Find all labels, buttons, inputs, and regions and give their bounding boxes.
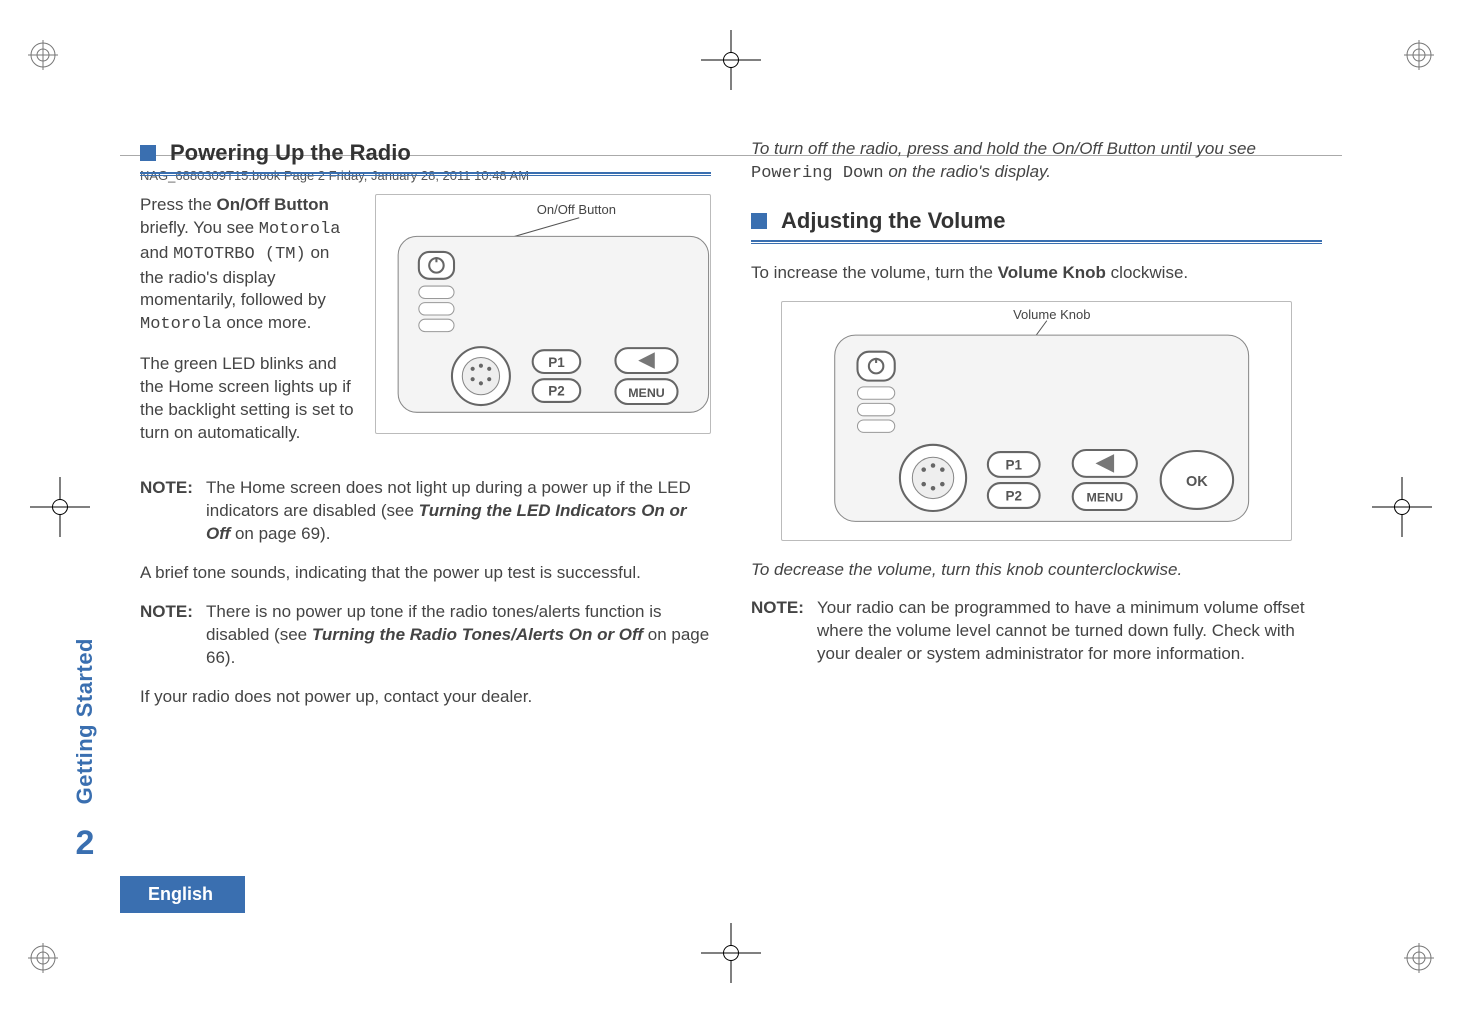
language-tag: English (120, 876, 245, 913)
svg-text:P1: P1 (548, 354, 565, 369)
crosshair-left (30, 477, 90, 537)
figure-on-off-button: On/Off Button P1 P2 (375, 194, 711, 434)
page-number: 2 (76, 824, 95, 863)
crosshair-right (1372, 477, 1432, 537)
radio-illustration-1: P1 P2 MENU (376, 195, 710, 433)
paragraph-increase-volume: To increase the volume, turn the Volume … (751, 262, 1322, 285)
paragraph-power-on: Press the On/Off Button briefly. You see… (140, 194, 357, 338)
section-marker-icon (140, 145, 156, 161)
crosshair-top (701, 30, 761, 90)
section-rule (140, 172, 711, 176)
figure-label-on-off: On/Off Button (537, 201, 616, 219)
registration-mark-tr (1404, 40, 1434, 70)
section-title-powering-up: Powering Up the Radio (140, 138, 711, 168)
paragraph-contact-dealer: If your radio does not power up, contact… (140, 686, 711, 709)
registration-mark-tl (28, 40, 58, 70)
crosshair-bottom (701, 923, 761, 983)
registration-mark-br (1404, 943, 1434, 973)
svg-text:MENU: MENU (628, 385, 665, 399)
svg-text:P2: P2 (1006, 488, 1022, 503)
paragraph-brief-tone: A brief tone sounds, indicating that the… (140, 562, 711, 585)
right-column: To turn off the radio, press and hold th… (751, 130, 1322, 893)
paragraph-turn-off: To turn off the radio, press and hold th… (751, 138, 1322, 186)
section-rule (751, 240, 1322, 244)
left-column: Powering Up the Radio Press the On/Off B… (140, 130, 711, 893)
svg-text:MENU: MENU (1087, 490, 1124, 504)
heading-adjusting-volume: Adjusting the Volume (781, 206, 1005, 236)
note-power-up-tone: NOTE: There is no power up tone if the r… (140, 601, 711, 670)
heading-powering-up: Powering Up the Radio (170, 138, 411, 168)
side-section-label: Getting Started (72, 638, 98, 804)
registration-mark-bl (28, 943, 58, 973)
radio-illustration-2: P1 P2 MENU OK (782, 302, 1291, 540)
svg-text:P1: P1 (1006, 457, 1023, 472)
svg-text:P2: P2 (548, 383, 564, 398)
note-min-volume-offset: NOTE: Your radio can be programmed to ha… (751, 597, 1322, 666)
note-home-screen: NOTE: The Home screen does not light up … (140, 477, 711, 546)
figure-volume-knob: Volume Knob P1 P2 MENU (781, 301, 1292, 541)
paragraph-decrease-volume: To decrease the volume, turn this knob c… (751, 559, 1322, 582)
figure-label-volume-knob: Volume Knob (1013, 306, 1090, 324)
section-title-adjusting-volume: Adjusting the Volume (751, 206, 1322, 236)
svg-text:OK: OK (1186, 474, 1208, 490)
paragraph-green-led: The green LED blinks and the Home screen… (140, 353, 357, 445)
section-marker-icon (751, 213, 767, 229)
